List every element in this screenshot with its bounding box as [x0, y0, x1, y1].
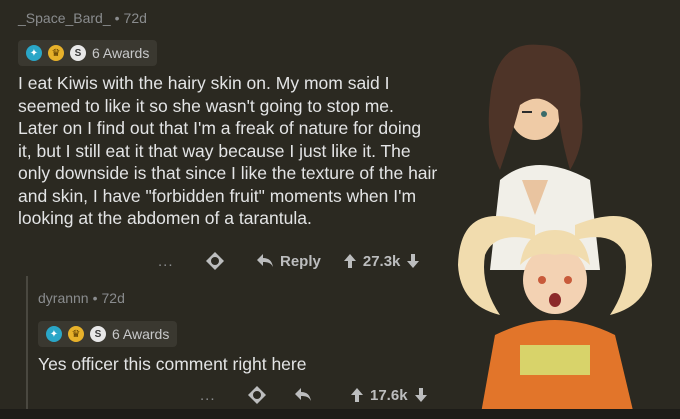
comment-1-awards[interactable]: ✦ ♛ S 6 Awards: [18, 40, 158, 66]
separator-dot: •: [92, 290, 98, 306]
comment-1-score: 27.3k: [362, 252, 401, 270]
blue-award-icon: ✦: [26, 45, 42, 61]
comment-1-reply-button[interactable]: Reply: [280, 253, 321, 270]
comment-1-more-button[interactable]: ...: [158, 253, 198, 270]
gold-award-icon: ♛: [48, 45, 64, 61]
gold-award-icon: ♛: [68, 326, 84, 342]
downvote-icon[interactable]: [414, 387, 428, 403]
gift-icon[interactable]: [204, 250, 226, 272]
comment-2-age: 72d: [101, 290, 125, 306]
silver-award-icon: S: [70, 45, 86, 61]
comment-2-score: 17.6k: [370, 386, 408, 404]
separator-dot: •: [114, 10, 120, 26]
comment-2-awards-label: 6 Awards: [112, 326, 170, 342]
gift-icon[interactable]: [246, 384, 268, 406]
bottom-bar: [0, 409, 680, 419]
reply-arrow-icon[interactable]: [294, 387, 312, 403]
comment-1-age: 72d: [123, 10, 147, 26]
comment-2-awards[interactable]: ✦ ♛ S 6 Awards: [38, 321, 178, 347]
comment-1-actions: ... Reply 27.3k: [158, 250, 420, 272]
upvote-icon[interactable]: [350, 387, 364, 403]
blue-award-icon: ✦: [46, 326, 62, 342]
reply-arrow-icon[interactable]: [256, 253, 274, 269]
silver-award-icon: S: [90, 326, 106, 342]
comment-1-body: I eat Kiwis with the hairy skin on. My m…: [18, 73, 438, 228]
comment-1-awards-label: 6 Awards: [92, 45, 150, 61]
comment-2-username[interactable]: dyrannn: [38, 290, 89, 306]
comment-2-body: Yes officer this comment right here: [38, 354, 307, 374]
comment-1-meta: _Space_Bard_ • 72d: [18, 10, 147, 26]
downvote-icon[interactable]: [406, 253, 420, 269]
upvote-icon[interactable]: [343, 253, 357, 269]
thread-line[interactable]: [26, 276, 28, 409]
comment-2-more-button[interactable]: ...: [200, 387, 240, 404]
comment-2-meta: dyrannn • 72d: [38, 290, 125, 306]
character-illustration-bottom: [458, 216, 652, 419]
comment-2-actions: ... 17.6k: [200, 384, 428, 406]
comment-1-username[interactable]: _Space_Bard_: [18, 10, 111, 26]
